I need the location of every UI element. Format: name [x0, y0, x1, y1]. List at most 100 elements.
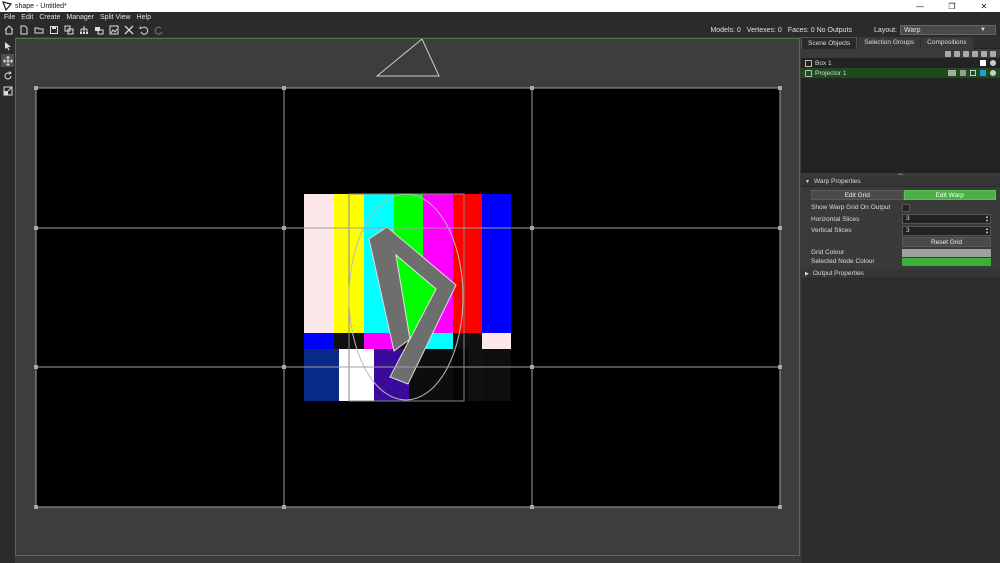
spin-arrows-icon[interactable]: ▲ ▼: [985, 226, 989, 235]
move-icon[interactable]: [1, 54, 14, 67]
grid-node[interactable]: [34, 86, 38, 90]
reset-grid-button[interactable]: Reset Grid: [902, 237, 991, 248]
menu-create[interactable]: Create: [39, 14, 60, 21]
scene-tree: Box 1 Projector 1: [801, 58, 1000, 173]
cube-icon: [805, 59, 812, 67]
tab-compositions[interactable]: Compositions: [921, 37, 973, 49]
chevron-right-icon: ▶: [805, 270, 809, 277]
projection-icon[interactable]: [945, 50, 951, 57]
eye-icon[interactable]: [981, 50, 987, 57]
vertical-slices-spinbox[interactable]: 3 ▲ ▼: [902, 225, 991, 236]
reset-grid-row: Reset Grid: [801, 237, 1000, 249]
grid-node[interactable]: [282, 505, 286, 509]
menu-split-view[interactable]: Split View: [100, 14, 131, 21]
show-grid-label: Show Warp Grid On Output: [811, 204, 891, 212]
edit-grid-button[interactable]: Edit Grid: [811, 190, 904, 200]
color-icon[interactable]: [972, 50, 978, 57]
lock-icon[interactable]: [990, 50, 996, 57]
scale-icon[interactable]: [1, 84, 14, 97]
tree-header: [801, 49, 1000, 58]
select-arrow-icon[interactable]: [1, 39, 14, 52]
save-as-icon[interactable]: [63, 24, 75, 36]
toolbar: Models: 0 Vertexes: 0 Faces: 0 No Output…: [0, 23, 1000, 37]
menu-file[interactable]: File: [4, 14, 15, 21]
gradient-icon[interactable]: [960, 70, 966, 76]
home-icon[interactable]: [3, 24, 15, 36]
grid-node[interactable]: [530, 226, 534, 230]
right-panel: Scene Objects Selection Groups Compositi…: [801, 37, 1000, 563]
panel-tabs: Scene Objects Selection Groups Compositi…: [801, 37, 1000, 49]
redo-icon[interactable]: [153, 24, 165, 36]
save-icon[interactable]: [48, 24, 60, 36]
tab-scene-objects[interactable]: Scene Objects: [801, 37, 858, 49]
edit-warp-button[interactable]: Edit Warp: [903, 190, 996, 200]
menu-help[interactable]: Help: [137, 14, 151, 21]
projection-icon[interactable]: [948, 70, 956, 76]
warp-properties-title: Warp Properties: [813, 178, 861, 185]
output-properties-header[interactable]: ▶ Output Properties: [801, 269, 1000, 279]
gradient-icon[interactable]: [954, 50, 960, 57]
grid-node[interactable]: [34, 226, 38, 230]
minimize-button[interactable]: —: [904, 0, 936, 12]
left-toolbar: [0, 37, 15, 563]
viewport-canvas[interactable]: [16, 39, 800, 556]
spin-arrows-icon[interactable]: ▲ ▼: [985, 215, 989, 223]
grid-node[interactable]: [282, 86, 286, 90]
app-logo-icon: [2, 1, 12, 11]
tree-item-label: Box 1: [815, 59, 832, 67]
horizontal-slices-spinbox[interactable]: 3 ▲ ▼: [902, 214, 991, 225]
grid-node[interactable]: [778, 365, 782, 369]
media-icon[interactable]: [108, 24, 120, 36]
warp-viewport[interactable]: [15, 38, 800, 556]
tree-item-box[interactable]: Box 1: [801, 58, 1000, 68]
vertical-slices-label: Vertical Slices: [811, 227, 852, 235]
vertical-slices-row: Vertical Slices 3 ▲ ▼: [801, 225, 1000, 237]
cube-icon[interactable]: [970, 70, 976, 76]
open-folder-icon[interactable]: [33, 24, 45, 36]
grid-node[interactable]: [282, 365, 286, 369]
eye-icon[interactable]: [990, 70, 996, 76]
tab-selection-groups[interactable]: Selection Groups: [858, 37, 921, 49]
output-properties-title: Output Properties: [812, 270, 864, 277]
grid-node[interactable]: [530, 365, 534, 369]
tree-item-projector[interactable]: Projector 1: [801, 68, 1000, 78]
grid-node[interactable]: [530, 86, 534, 90]
color-swatch[interactable]: [980, 70, 986, 76]
stats-area: Models: 0 Vertexes: 0 Faces: 0 No Output…: [710, 23, 1000, 37]
node-colour-label: Selected Node Colour: [811, 258, 875, 265]
layers-icon[interactable]: [93, 24, 105, 36]
tools-icon[interactable]: [123, 24, 135, 36]
new-file-icon[interactable]: [18, 24, 30, 36]
node-colour-swatch[interactable]: [902, 257, 991, 266]
grid-colour-label: Grid Colour: [811, 249, 845, 256]
undo-icon[interactable]: [138, 24, 150, 36]
title-bar: shape - Untitled* — ❐ ✕: [0, 0, 1000, 12]
color-swatch[interactable]: [980, 60, 986, 66]
grid-node[interactable]: [282, 226, 286, 230]
grid-colour-row: Grid Colour: [801, 248, 1000, 257]
eye-icon[interactable]: [990, 60, 996, 66]
grid-colour-swatch[interactable]: [902, 248, 991, 257]
chevron-down-icon: ▼: [980, 27, 986, 33]
horizontal-slices-label: Horizontal Slices: [811, 215, 860, 223]
vertexes-count: Vertexes: 0: [746, 26, 782, 34]
grid-node[interactable]: [778, 86, 782, 90]
layout-select[interactable]: Warp ▼: [900, 25, 996, 35]
rotate-icon[interactable]: [1, 69, 14, 82]
grid-node[interactable]: [34, 365, 38, 369]
warp-properties-header[interactable]: ▼ Warp Properties: [801, 177, 1000, 187]
show-grid-row: Show Warp Grid On Output: [801, 202, 1000, 214]
show-grid-checkbox[interactable]: [902, 203, 910, 212]
faces-count: Faces: 0 No Outputs: [787, 26, 853, 34]
menu-edit[interactable]: Edit: [21, 14, 33, 21]
close-button[interactable]: ✕: [968, 0, 1000, 12]
hierarchy-icon[interactable]: [78, 24, 90, 36]
test-card-image: [304, 193, 511, 402]
menu-manager[interactable]: Manager: [66, 14, 94, 21]
grid-node[interactable]: [778, 226, 782, 230]
grid-node[interactable]: [530, 505, 534, 509]
grid-node[interactable]: [778, 505, 782, 509]
maximize-button[interactable]: ❐: [936, 0, 968, 12]
grid-node[interactable]: [34, 505, 38, 509]
cube-icon[interactable]: [963, 50, 969, 57]
